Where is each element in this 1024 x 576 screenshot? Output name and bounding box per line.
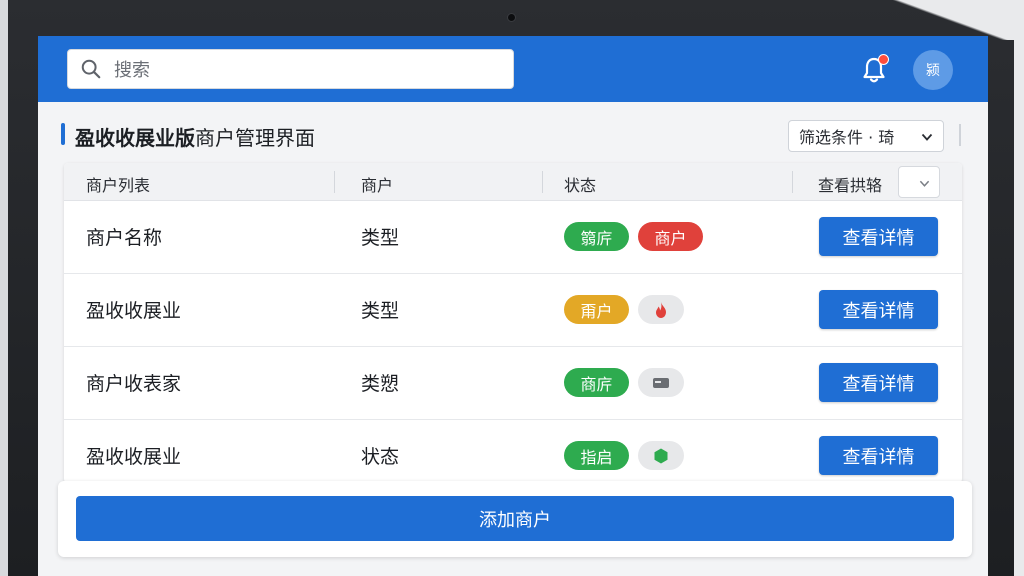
- avatar[interactable]: 颍: [913, 50, 953, 90]
- app-screen: 搜索 颍 盈收收展业版商户管理界面 筛选条件 · 琦 商户列表 商户 状态 查看…: [38, 36, 988, 576]
- merchant-type: 类型: [361, 300, 400, 322]
- page-title-rest: 商户管理界面: [195, 126, 315, 150]
- status-badge: 甭户: [564, 295, 629, 324]
- column-divider: [334, 171, 335, 193]
- merchant-type: 类愬: [361, 373, 400, 395]
- view-details-label: 查看详情: [842, 300, 915, 322]
- table-row: 商户收表家 类愬 商庍 查看详情: [64, 347, 962, 420]
- device-edge: [0, 0, 8, 576]
- column-header-list[interactable]: 商户列表: [86, 172, 150, 196]
- add-merchant-label: 添加商户: [479, 509, 551, 531]
- column-header-merchant[interactable]: 商户: [361, 172, 393, 196]
- status-badge-icon: [638, 295, 684, 324]
- search-icon: [81, 59, 101, 79]
- view-details-button[interactable]: 查看详情: [819, 290, 938, 329]
- view-details-label: 查看详情: [842, 446, 915, 468]
- chevron-down-icon: [921, 133, 933, 141]
- status-badge: 商户: [638, 222, 703, 251]
- merchant-name: 商户收表家: [86, 373, 182, 395]
- view-details-button[interactable]: 查看详情: [819, 436, 938, 475]
- header-bar: 搜索 颍: [38, 36, 988, 102]
- view-details-button[interactable]: 查看详情: [819, 217, 938, 256]
- merchant-type: 状态: [361, 446, 400, 468]
- column-header-action[interactable]: 查看拱辂: [818, 172, 882, 196]
- chevron-down-icon: [919, 180, 930, 187]
- camera-lens: [507, 13, 516, 22]
- card-icon: [653, 377, 669, 388]
- notification-badge: [878, 54, 889, 65]
- title-accent-bar: [61, 123, 65, 145]
- flame-icon: [656, 301, 666, 318]
- column-divider: [792, 171, 793, 193]
- merchant-name: 商户名称: [86, 227, 163, 249]
- search-input[interactable]: 搜索: [67, 49, 514, 89]
- divider: [959, 124, 961, 146]
- table-row: 商户名称 类型 篛庍 商户 查看详情: [64, 201, 962, 274]
- column-divider: [542, 171, 543, 193]
- filter-label: 筛选条件 · 琦: [799, 128, 895, 147]
- table-header: 商户列表 商户 状态 查看拱辂: [64, 163, 962, 201]
- search-placeholder: 搜索: [114, 60, 150, 81]
- merchant-name: 盈收收展业: [86, 300, 182, 322]
- page-title-bold: 盈收收展业版: [75, 126, 195, 150]
- status-badge-icon: [638, 441, 684, 470]
- table-row: 盈收收展业 类型 甭户 查看详情: [64, 274, 962, 347]
- device-edge: [1014, 0, 1024, 576]
- view-details-label: 查看详情: [842, 373, 915, 395]
- merchant-name: 盈收收展业: [86, 446, 182, 468]
- status-badge: 商庍: [564, 368, 629, 397]
- filter-select[interactable]: 筛选条件 · 琦: [788, 120, 944, 152]
- merchant-type: 类型: [361, 227, 400, 249]
- leaf-icon: [654, 448, 668, 463]
- view-details-button[interactable]: 查看详情: [819, 363, 938, 402]
- page-title: 盈收收展业版商户管理界面: [75, 122, 315, 151]
- table-row: 盈收收展业 状态 指启 查看详情: [64, 420, 962, 483]
- column-header-status[interactable]: 状态: [564, 172, 596, 196]
- status-badge: 篛庍: [564, 222, 629, 251]
- status-badge: 指启: [564, 441, 629, 470]
- add-merchant-button[interactable]: 添加商户: [76, 496, 954, 541]
- avatar-initials: 颍: [926, 63, 940, 79]
- device-edge: [804, 0, 1024, 40]
- add-merchant-panel: 添加商户: [58, 481, 972, 557]
- merchant-table: 商户列表 商户 状态 查看拱辂 商户名称 类型 篛庍 商户 查看详情 盈收收展业…: [64, 163, 962, 483]
- view-details-label: 查看详情: [842, 227, 915, 249]
- status-badge-icon: [638, 368, 684, 397]
- column-options-dropdown[interactable]: [898, 166, 940, 198]
